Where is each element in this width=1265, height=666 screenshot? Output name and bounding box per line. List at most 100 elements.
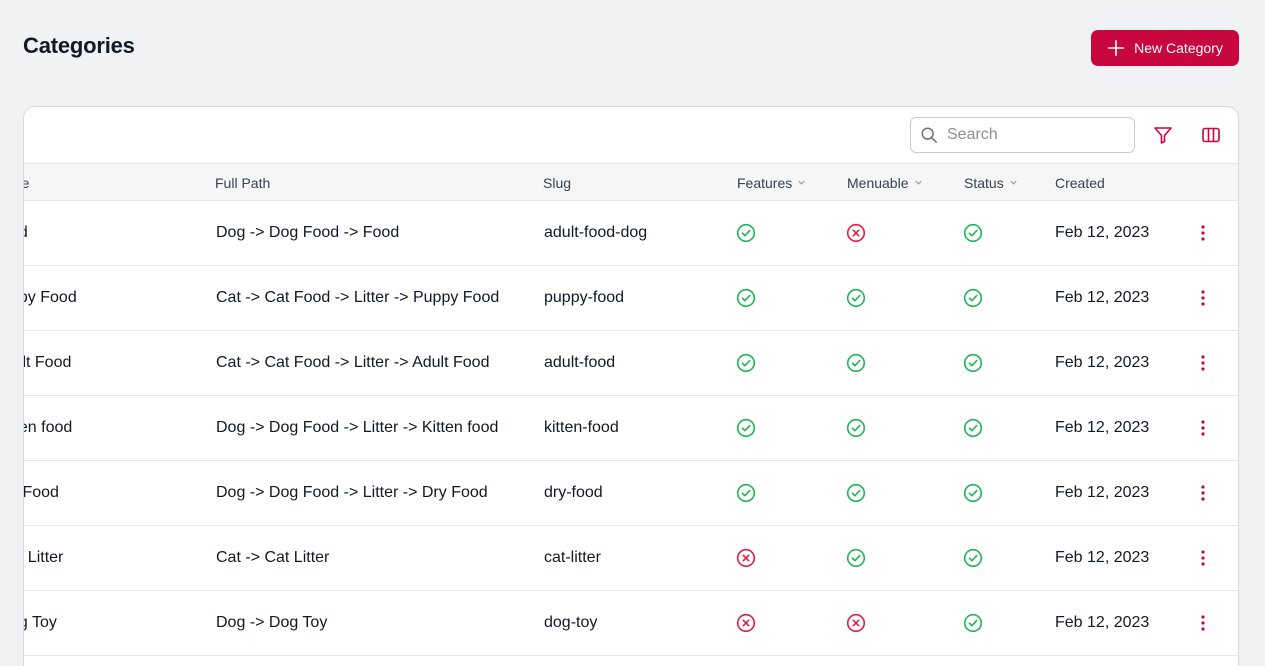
check-circle-icon xyxy=(736,288,756,308)
table-toolbar xyxy=(24,107,1238,164)
cell-slug: dry-food xyxy=(544,484,603,501)
column-header-features[interactable]: Features xyxy=(737,164,806,201)
cell-menuable xyxy=(846,331,866,395)
cell-name: y Food xyxy=(23,484,59,501)
check-circle-icon xyxy=(963,353,983,373)
cell-features xyxy=(736,461,756,525)
cell-actions xyxy=(1193,461,1213,525)
search-box[interactable] xyxy=(910,117,1135,153)
check-circle-icon xyxy=(736,483,756,503)
cell-features xyxy=(736,526,756,590)
check-circle-icon xyxy=(963,418,983,438)
x-circle-icon xyxy=(736,548,756,568)
cell-slug: cat-litter xyxy=(544,549,601,566)
cell-full-path: Dog -> Dog Toy xyxy=(216,614,328,631)
more-vertical-icon[interactable] xyxy=(1193,548,1213,568)
cell-actions xyxy=(1193,331,1213,395)
x-circle-icon xyxy=(846,613,866,633)
page-title: Categories xyxy=(23,33,135,58)
cell-slug: adult-food-dog xyxy=(544,224,648,241)
x-circle-icon xyxy=(736,613,756,633)
cell-status xyxy=(963,201,983,265)
more-vertical-icon[interactable] xyxy=(1193,288,1213,308)
x-circle-icon xyxy=(846,223,866,243)
table-row[interactable]: tten food Dog -> Dog Food -> Litter -> K… xyxy=(24,396,1238,461)
new-category-label: New Category xyxy=(1134,40,1223,56)
cell-full-path: Cat -> Cat Food -> Litter -> Puppy Food xyxy=(216,289,500,306)
cell-actions xyxy=(1193,591,1213,655)
cell-slug: puppy-food xyxy=(544,289,625,306)
categories-table-card: me Full Path Slug Features Menuable Stat… xyxy=(23,106,1239,666)
check-circle-icon xyxy=(963,613,983,633)
cell-created: Feb 12, 2023 xyxy=(1055,614,1150,631)
check-circle-icon xyxy=(963,548,983,568)
table-row[interactable]: od Dog -> Dog Food -> Food adult-food-do… xyxy=(24,201,1238,266)
cell-menuable xyxy=(846,266,866,330)
cell-full-path: Dog -> Dog Food -> Food xyxy=(216,224,400,241)
cell-features xyxy=(736,201,756,265)
table-row[interactable]: lult Food Cat -> Cat Food -> Litter -> A… xyxy=(24,331,1238,396)
table-row[interactable]: ppy Food Cat -> Cat Food -> Litter -> Pu… xyxy=(24,266,1238,331)
cell-menuable xyxy=(846,201,866,265)
chevron-down-icon xyxy=(798,180,805,185)
search-icon xyxy=(921,127,937,143)
cell-features xyxy=(736,266,756,330)
more-vertical-icon[interactable] xyxy=(1193,483,1213,503)
cell-slug: dog-toy xyxy=(544,614,598,631)
cell-actions xyxy=(1193,266,1213,330)
filter-icon[interactable] xyxy=(1153,125,1173,145)
cell-status xyxy=(963,266,983,330)
table-row[interactable]: og Toy Dog -> Dog Toy dog-toy Feb 12, 20… xyxy=(24,591,1238,656)
cell-name: od xyxy=(24,201,190,265)
cell-features xyxy=(736,396,756,460)
cell-status xyxy=(963,331,983,395)
cell-full-path: Cat -> Cat Litter xyxy=(216,549,330,566)
cell-features xyxy=(736,591,756,655)
cell-name: og Toy xyxy=(24,614,57,631)
cell-actions xyxy=(1193,526,1213,590)
check-circle-icon xyxy=(963,483,983,503)
more-vertical-icon[interactable] xyxy=(1193,613,1213,633)
cell-actions xyxy=(1193,396,1213,460)
check-circle-icon xyxy=(846,353,866,373)
more-vertical-icon[interactable] xyxy=(1193,353,1213,373)
column-header-name[interactable]: me xyxy=(24,164,29,201)
column-header-full-path[interactable]: Full Path xyxy=(215,164,270,201)
new-category-button[interactable]: New Category xyxy=(1091,30,1239,66)
more-vertical-icon[interactable] xyxy=(1193,223,1213,243)
check-circle-icon xyxy=(846,288,866,308)
column-header-slug[interactable]: Slug xyxy=(543,164,571,201)
search-input[interactable] xyxy=(947,126,1127,144)
cell-name: lult Food xyxy=(23,354,72,371)
cell-created: Feb 12, 2023 xyxy=(1055,484,1150,501)
more-vertical-icon[interactable] xyxy=(1193,418,1213,438)
columns-icon[interactable] xyxy=(1201,125,1221,145)
chevron-down-icon xyxy=(1010,180,1017,185)
column-header-menuable[interactable]: Menuable xyxy=(847,164,923,201)
table-body: od Dog -> Dog Food -> Food adult-food-do… xyxy=(24,201,1238,656)
check-circle-icon xyxy=(846,548,866,568)
cell-slug: kitten-food xyxy=(544,419,619,436)
table-row[interactable]: y Food Dog -> Dog Food -> Litter -> Dry … xyxy=(24,461,1238,526)
cell-menuable xyxy=(846,396,866,460)
check-circle-icon xyxy=(846,483,866,503)
plus-icon xyxy=(1108,39,1125,57)
cell-created: Feb 12, 2023 xyxy=(1055,549,1150,566)
cell-status xyxy=(963,396,983,460)
column-header-created[interactable]: Created xyxy=(1055,164,1105,201)
cell-full-path: Cat -> Cat Food -> Litter -> Adult Food xyxy=(216,354,490,371)
check-circle-icon xyxy=(963,288,983,308)
cell-status xyxy=(963,591,983,655)
cell-created: Feb 12, 2023 xyxy=(1055,354,1150,371)
column-header-status[interactable]: Status xyxy=(964,164,1018,201)
check-circle-icon xyxy=(963,223,983,243)
check-circle-icon xyxy=(736,223,756,243)
check-circle-icon xyxy=(736,353,756,373)
table-row[interactable]: at Litter Cat -> Cat Litter cat-litter F… xyxy=(24,526,1238,591)
cell-slug: adult-food xyxy=(544,354,616,371)
cell-features xyxy=(736,331,756,395)
cell-status xyxy=(963,526,983,590)
cell-menuable xyxy=(846,461,866,525)
check-circle-icon xyxy=(736,418,756,438)
cell-status xyxy=(963,461,983,525)
